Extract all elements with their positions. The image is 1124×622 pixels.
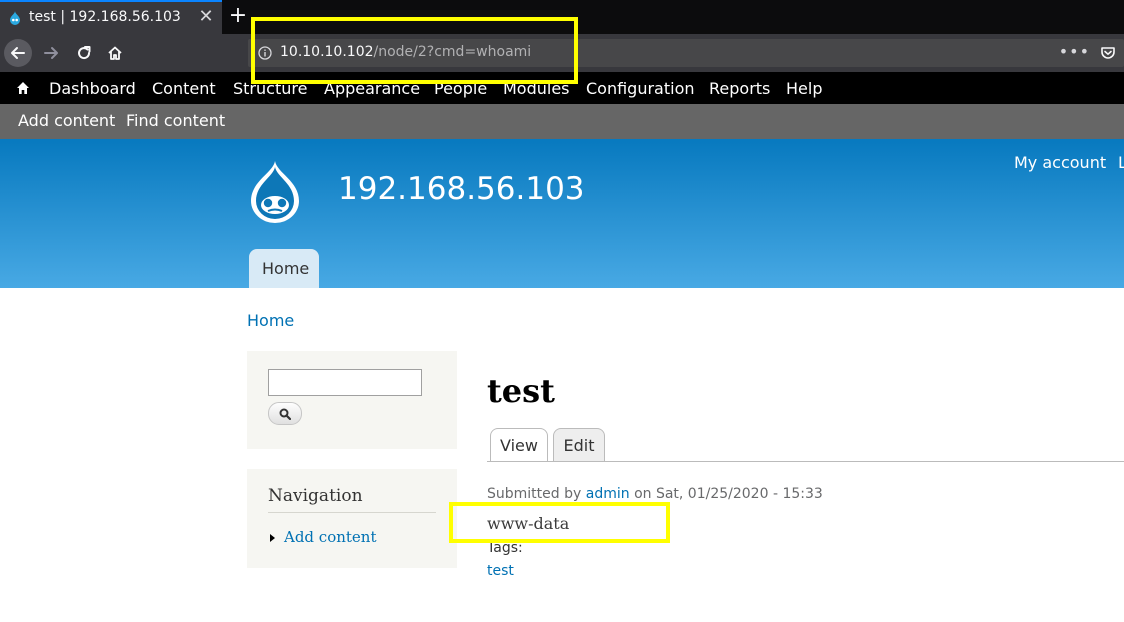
tab-edit-label: Edit bbox=[563, 436, 595, 455]
home-button[interactable] bbox=[101, 39, 129, 67]
main-menu-home-tab[interactable]: Home bbox=[249, 249, 319, 288]
search-button[interactable] bbox=[268, 402, 302, 425]
tab-title: test | 192.168.56.103 bbox=[29, 9, 181, 25]
reload-button[interactable] bbox=[70, 39, 98, 67]
admin-menu-help[interactable]: Help bbox=[786, 79, 822, 98]
submitted-date: on Sat, 01/25/2020 - 15:33 bbox=[634, 486, 823, 502]
logout-link[interactable]: L bbox=[1118, 153, 1124, 172]
shortcuts-bar: Add content Find content bbox=[0, 104, 1124, 139]
navigation-title: Navigation bbox=[268, 486, 363, 506]
admin-menu-content[interactable]: Content bbox=[152, 79, 216, 98]
browser-tabstrip: test | 192.168.56.103 ✕ + bbox=[0, 0, 1124, 34]
site-name[interactable]: 192.168.56.103 bbox=[338, 171, 585, 207]
home-icon[interactable] bbox=[16, 81, 30, 95]
admin-menu-appearance[interactable]: Appearance bbox=[324, 79, 420, 98]
page-actions-icon[interactable]: ••• bbox=[1059, 42, 1090, 61]
triangle-bullet-icon bbox=[270, 534, 275, 542]
browser-navbar: 10.10.10.102/node/2?cmd=whoami ••• bbox=[0, 34, 1124, 72]
back-button[interactable] bbox=[4, 39, 32, 67]
submitted-info: Submitted by admin on Sat, 01/25/2020 - … bbox=[487, 486, 823, 502]
navigation-item-add-content[interactable]: Add content bbox=[284, 528, 377, 546]
arrow-left-icon bbox=[11, 47, 25, 59]
tag-link-test[interactable]: test bbox=[487, 563, 514, 579]
search-icon bbox=[279, 408, 291, 420]
author-link[interactable]: admin bbox=[586, 486, 630, 502]
admin-menu-dashboard[interactable]: Dashboard bbox=[49, 79, 136, 98]
breadcrumb-home[interactable]: Home bbox=[247, 311, 294, 330]
tabs-divider bbox=[487, 461, 1124, 462]
url-text: 10.10.10.102/node/2?cmd=whoami bbox=[280, 44, 531, 60]
tags-label: Tags: bbox=[487, 540, 523, 556]
admin-menu-configuration[interactable]: Configuration bbox=[586, 79, 695, 98]
search-block bbox=[247, 351, 457, 449]
navigation-block: Navigation Add content bbox=[247, 469, 457, 568]
admin-toolbar: Dashboard Content Structure Appearance P… bbox=[0, 72, 1124, 104]
node-body: www-data bbox=[487, 514, 570, 533]
admin-menu-people[interactable]: People bbox=[434, 79, 487, 98]
new-tab-icon[interactable]: + bbox=[228, 2, 248, 30]
tab-view[interactable]: View bbox=[490, 428, 548, 462]
search-input[interactable] bbox=[268, 369, 422, 396]
info-icon[interactable] bbox=[258, 46, 272, 60]
url-host: 10.10.10.102 bbox=[280, 44, 374, 60]
node-title: test bbox=[487, 372, 555, 410]
drupal-logo-icon[interactable] bbox=[245, 159, 305, 225]
browser-tab[interactable]: test | 192.168.56.103 ✕ bbox=[0, 0, 222, 34]
admin-menu-modules[interactable]: Modules bbox=[503, 79, 570, 98]
shortcut-add-content[interactable]: Add content bbox=[18, 111, 115, 130]
my-account-link[interactable]: My account bbox=[1014, 153, 1106, 172]
submitted-prefix: Submitted by bbox=[487, 486, 582, 502]
url-path: /node/2?cmd=whoami bbox=[373, 44, 532, 60]
navigation-divider bbox=[268, 512, 436, 513]
tab-close-icon[interactable]: ✕ bbox=[198, 7, 214, 27]
admin-menu-structure[interactable]: Structure bbox=[233, 79, 307, 98]
reload-icon bbox=[78, 46, 91, 60]
tab-edit[interactable]: Edit bbox=[553, 428, 605, 461]
forward-button[interactable] bbox=[37, 39, 65, 67]
url-bar[interactable]: 10.10.10.102/node/2?cmd=whoami ••• bbox=[248, 39, 1124, 67]
arrow-right-icon bbox=[44, 47, 58, 59]
main-menu-home-label: Home bbox=[262, 259, 310, 278]
admin-menu-reports[interactable]: Reports bbox=[709, 79, 770, 98]
home-icon bbox=[108, 46, 122, 60]
site-header: 192.168.56.103 My account L Home bbox=[0, 139, 1124, 288]
tab-view-label: View bbox=[500, 436, 538, 455]
drupal-favicon-icon bbox=[10, 11, 20, 25]
shortcut-find-content[interactable]: Find content bbox=[126, 111, 225, 130]
pocket-icon[interactable] bbox=[1100, 45, 1116, 61]
